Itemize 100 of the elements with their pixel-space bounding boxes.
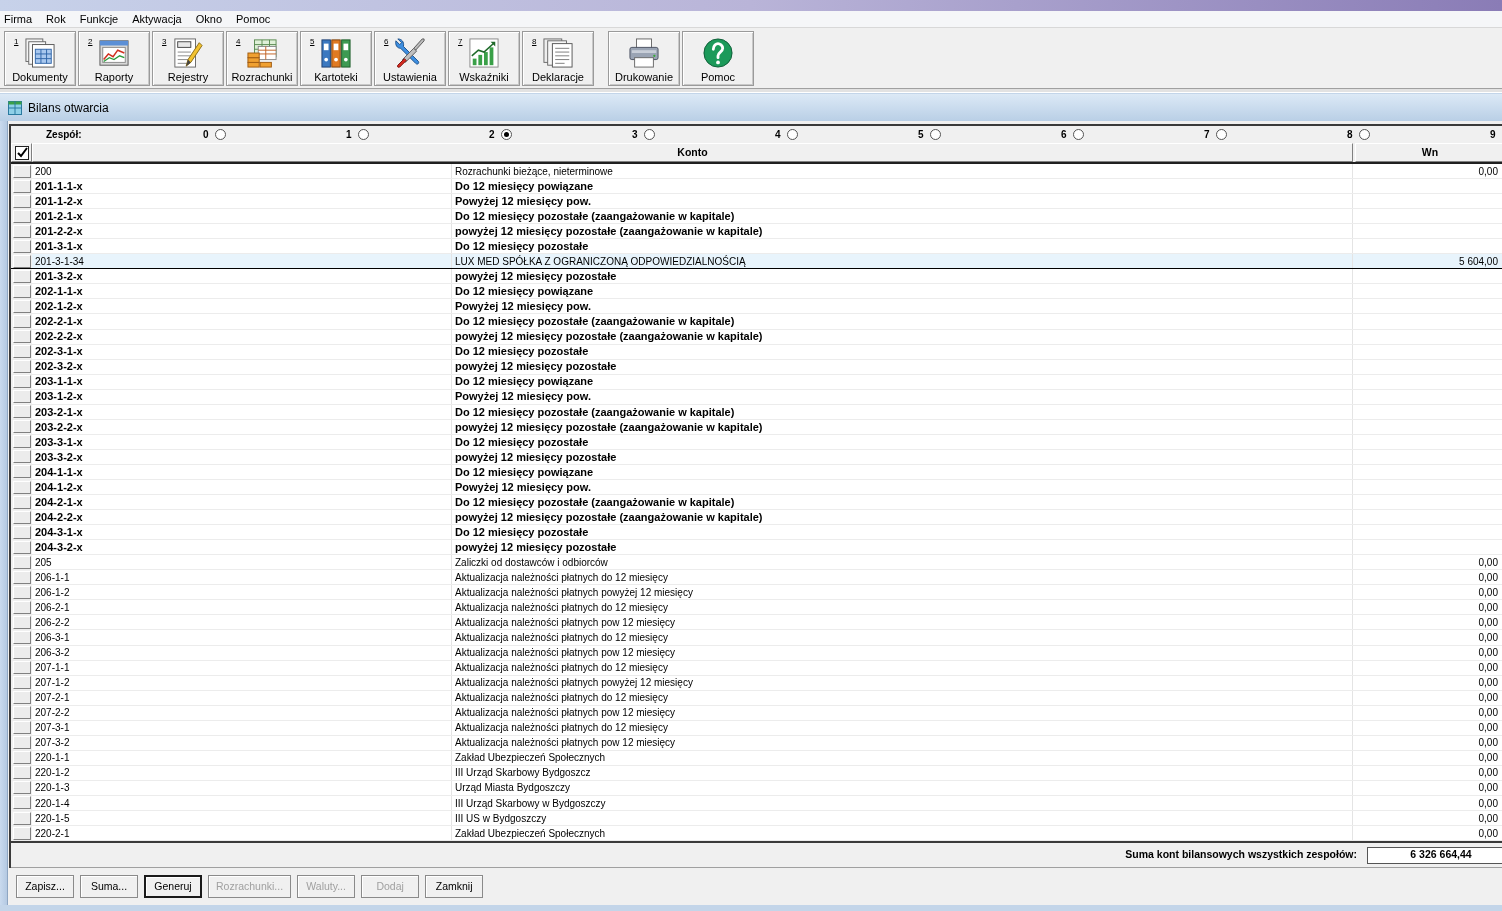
row-selector[interactable] (12, 555, 31, 569)
row-selector[interactable] (12, 375, 31, 389)
row-selector[interactable] (12, 480, 31, 494)
radio-button[interactable] (1072, 129, 1084, 140)
table-row[interactable]: 202-1-1-x Do 12 miesięcy powiązane (11, 284, 1502, 300)
table-row[interactable]: 201-3-1-34 LUX MED SPÓŁKA Z OGRANICZONĄ ODPOWIEDZIALNOŚCIĄ 5 604,00 (11, 254, 1502, 270)
row-selector[interactable] (12, 600, 31, 614)
toolbar-button[interactable]: 1 Dokumenty (4, 31, 76, 86)
row-selector[interactable] (12, 721, 31, 735)
table-row[interactable]: 201-1-2-x Powyżej 12 miesięcy pow. (11, 194, 1502, 210)
table-row[interactable]: 201-2-2-x powyżej 12 miesięcy pozostałe (zaangażowanie w kapitale) (11, 224, 1502, 240)
row-selector[interactable] (12, 826, 31, 840)
table-row[interactable]: 220-2-1 Zakład Ubezpieczeń Społecznych 0,00 (11, 826, 1502, 842)
menu-item[interactable]: Okno (194, 10, 224, 28)
table-row[interactable]: 206-2-2 Aktualizacja należności płatnych pow 12 miesięcy 0,00 (11, 615, 1502, 631)
row-selector[interactable] (12, 284, 31, 298)
row-selector[interactable] (12, 796, 31, 810)
toolbar-button[interactable]: Pomoc (682, 31, 754, 86)
table-row[interactable]: 206-3-1 Aktualizacja należności płatnych do 12 miesięcy 0,00 (11, 630, 1502, 646)
column-header[interactable]: Wn (1355, 143, 1502, 162)
row-selector[interactable] (12, 646, 31, 659)
row-selector[interactable] (12, 661, 31, 675)
toolbar-button[interactable]: 2 Raporty (78, 31, 150, 86)
radio-button[interactable] (357, 129, 369, 140)
table-row[interactable]: 206-1-2 Aktualizacja należności płatnych powyżej 12 miesięcy 0,00 (11, 585, 1502, 601)
menu-item[interactable]: Aktywacja (131, 10, 183, 28)
row-selector[interactable] (12, 390, 31, 404)
table-row[interactable]: 206-2-1 Aktualizacja należności płatnych do 12 miesięcy 0,00 (11, 600, 1502, 616)
menu-item[interactable]: Rok (45, 10, 67, 28)
row-selector[interactable] (12, 495, 31, 509)
action-button[interactable]: Suma... (80, 875, 138, 899)
radio-button[interactable] (500, 129, 512, 140)
row-selector[interactable] (12, 194, 31, 208)
toolbar-button[interactable]: 7 Wskaźniki (448, 31, 520, 86)
radio-button[interactable] (643, 129, 655, 140)
toolbar-button[interactable]: 6 Ustawienia (374, 31, 446, 86)
radio-button[interactable] (214, 129, 226, 140)
row-selector[interactable] (12, 781, 31, 795)
row-selector[interactable] (12, 209, 31, 223)
table-row[interactable]: 201-3-2-x powyżej 12 miesięcy pozostałe (11, 269, 1502, 285)
row-selector[interactable] (12, 510, 31, 524)
table-row[interactable]: 202-1-2-x Powyżej 12 miesięcy pow. (11, 299, 1502, 315)
row-selector[interactable] (12, 315, 31, 328)
row-selector[interactable] (12, 706, 31, 720)
menu-item[interactable]: Pomoc (235, 10, 272, 28)
table-row[interactable]: 204-2-1-x Do 12 miesięcy pozostałe (zaangażowanie w kapitale) (11, 495, 1502, 511)
table-row[interactable]: 202-2-1-x Do 12 miesięcy pozostałe (zaangażowanie w kapitale) (11, 314, 1502, 330)
row-selector[interactable] (12, 345, 31, 359)
radio-button[interactable] (929, 129, 941, 140)
row-selector[interactable] (12, 751, 31, 765)
row-selector[interactable] (12, 164, 31, 178)
table-row[interactable]: 220-1-5 III US w Bydgoszczy 0,00 (11, 811, 1502, 827)
action-button[interactable]: Zamknij (425, 875, 484, 899)
table-row[interactable]: 204-3-1-x Do 12 miesięcy pozostałe (11, 525, 1502, 541)
table-row[interactable]: 201-1-1-x Do 12 miesięcy powiązane (11, 179, 1502, 195)
row-selector[interactable] (12, 269, 31, 283)
row-selector[interactable] (12, 540, 31, 554)
action-button[interactable]: Zapisz... (16, 875, 74, 899)
radio-button[interactable] (786, 129, 798, 140)
row-selector[interactable] (12, 435, 31, 449)
row-selector[interactable] (12, 585, 31, 599)
row-selector[interactable] (12, 630, 31, 644)
menu-item[interactable]: Firma (3, 10, 34, 28)
row-selector[interactable] (12, 254, 31, 268)
row-selector[interactable] (12, 676, 31, 690)
toolbar-button[interactable]: Drukowanie (608, 31, 680, 86)
row-selector[interactable] (12, 691, 31, 705)
toolbar-button[interactable]: 3 Rejestry (152, 31, 224, 86)
toolbar-button[interactable]: 4 Rozrachunki (226, 31, 298, 86)
row-selector[interactable] (12, 450, 31, 464)
row-selector[interactable] (12, 615, 31, 629)
row-selector[interactable] (12, 811, 31, 825)
toolbar-button[interactable]: 5 Kartoteki (300, 31, 372, 86)
table-row[interactable]: 204-2-2-x powyżej 12 miesięcy pozostałe (zaangażowanie w kapitale) (11, 510, 1502, 526)
table-row[interactable]: 201-2-1-x Do 12 miesięcy pozostałe (zaangażowanie w kapitale) (11, 209, 1502, 225)
table-row[interactable]: 200 Rozrachunki bieżące, nieterminowe 0,00 (11, 164, 1502, 180)
table-row[interactable]: 206-1-1 Aktualizacja należności płatnych do 12 miesięcy 0,00 (11, 570, 1502, 586)
table-row[interactable]: 201-3-1-x Do 12 miesięcy pozostałe (11, 239, 1502, 255)
table-row[interactable]: 205 Zaliczki od dostawców i odbiorców 0,00 (11, 555, 1502, 571)
row-selector[interactable] (12, 239, 31, 253)
toolbar-button[interactable]: 8 Deklaracje (522, 31, 594, 86)
row-selector[interactable] (12, 420, 31, 434)
radio-button[interactable] (1215, 129, 1227, 140)
column-header[interactable]: Konto (32, 143, 1353, 162)
select-all-button[interactable] (11, 143, 32, 162)
row-selector[interactable] (12, 766, 31, 780)
row-selector[interactable] (12, 570, 31, 584)
action-button[interactable]: Generuj (144, 875, 202, 899)
row-selector[interactable] (12, 299, 31, 313)
row-selector[interactable] (12, 224, 31, 238)
radio-button[interactable] (1358, 129, 1370, 140)
row-selector[interactable] (12, 465, 31, 479)
row-selector[interactable] (12, 179, 31, 193)
row-selector[interactable] (12, 525, 31, 539)
table-row[interactable]: 204-3-2-x powyżej 12 miesięcy pozostałe (11, 540, 1502, 556)
row-selector[interactable] (12, 736, 31, 750)
row-selector[interactable] (12, 330, 31, 344)
row-selector[interactable] (12, 360, 31, 374)
menu-item[interactable]: Funkcje (78, 10, 120, 28)
row-selector[interactable] (12, 405, 31, 419)
